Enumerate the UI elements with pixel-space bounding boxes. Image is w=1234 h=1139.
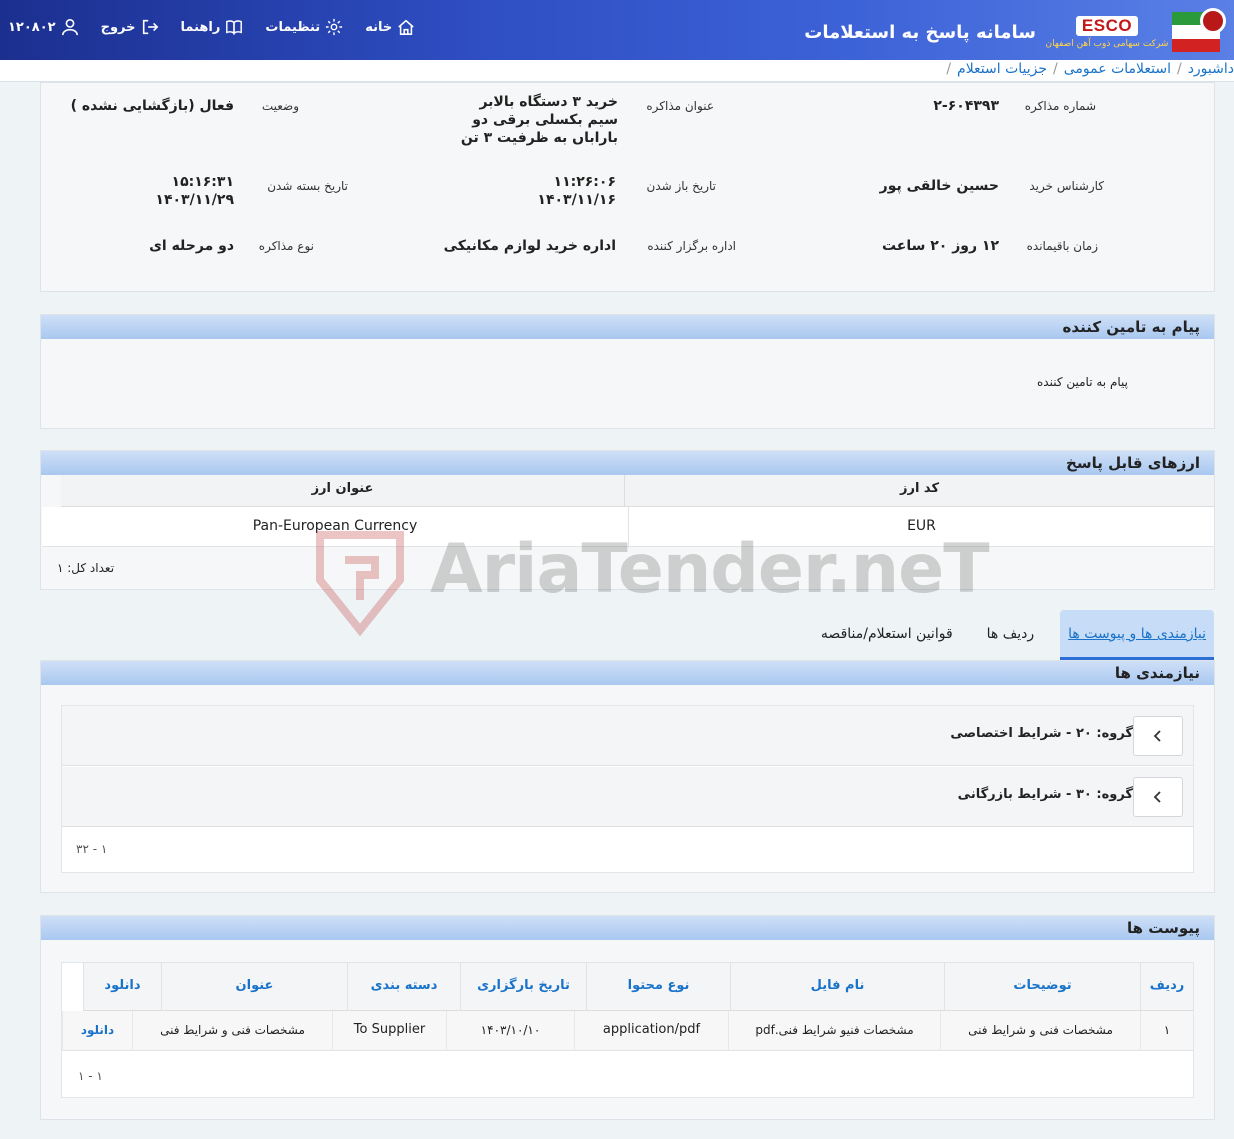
supplier-message-text: پیام به تامین کننده bbox=[1037, 375, 1128, 389]
col-currency-title: عنوان ارز bbox=[311, 481, 374, 496]
open-date-value: ۱۱:۲۶:۰۶ ۱۴۰۳/۱۱/۱۶ bbox=[506, 173, 616, 209]
top-nav: ۱۲۰۸۰۲ خروج راهنما تنظیمات خانه bbox=[8, 18, 415, 36]
col-content-type: نوع محتوا bbox=[586, 963, 730, 1010]
esco-logo-text: ESCO bbox=[1075, 15, 1139, 36]
buyer-value: حسین خالقی پور bbox=[879, 178, 999, 194]
open-date: ۱۴۰۳/۱۱/۱۶ bbox=[537, 192, 616, 208]
close-date: ۱۴۰۳/۱۱/۲۹ bbox=[155, 192, 234, 208]
guide-link[interactable]: راهنما bbox=[181, 18, 244, 36]
office-label: اداره برگزار کننده bbox=[647, 239, 736, 253]
tab-rules[interactable]: قوانین استعلام/مناقصه bbox=[813, 610, 961, 660]
settings-link[interactable]: تنظیمات bbox=[265, 18, 343, 36]
requirements-panel: نیازمندی ها گروه: ۲۰ - شرایط اختصاصی گرو… bbox=[40, 660, 1215, 893]
number-value: ۲-۶۰۴۳۹۳ bbox=[933, 98, 999, 114]
type-label: نوع مذاکره bbox=[258, 239, 314, 253]
esco-logo: ESCO شرکت سهامی ذوب آهن اصفهان bbox=[1046, 15, 1168, 49]
breadcrumb-separator: / bbox=[1176, 61, 1182, 77]
currency-title-cell: Pan-European Currency bbox=[252, 518, 418, 534]
iran-flag-logo-icon bbox=[1172, 8, 1226, 52]
table-row: ۱ مشخصات فنی و شرایط فنی مشخصات فنیو شرا… bbox=[62, 1011, 1193, 1051]
breadcrumb-dashboard[interactable]: داشبورد bbox=[1188, 61, 1234, 77]
list-item[interactable]: گروه: ۲۰ - شرایط اختصاصی bbox=[62, 706, 1193, 766]
close-date-label: تاریخ بسته شدن bbox=[267, 179, 348, 193]
col-title: عنوان bbox=[161, 963, 347, 1010]
file-name-cell: مشخصات فنیو شرایط فنی.pdf bbox=[728, 1011, 940, 1050]
detail-tabs: نیازمندی ها و پیوست ها ردیف ها قوانین اس… bbox=[813, 610, 1214, 660]
currencies-count: تعداد کل: ۱ bbox=[57, 561, 115, 575]
brand-area: ESCO شرکت سهامی ذوب آهن اصفهان سامانه پا… bbox=[804, 8, 1226, 54]
breadcrumb-public-inquiries[interactable]: استعلامات عمومی bbox=[1064, 61, 1171, 77]
chevron-left-icon bbox=[1153, 791, 1161, 803]
col-download: دانلود bbox=[83, 963, 161, 1010]
attachments-table: ردیف توضیحات نام فایل نوع محتوا تاریخ با… bbox=[61, 962, 1194, 1098]
currencies-table-header: کد ارز عنوان ارز bbox=[61, 475, 1214, 507]
logout-icon bbox=[142, 19, 158, 35]
logout-link[interactable]: خروج bbox=[101, 18, 159, 36]
tab-needs-attachments[interactable]: نیازمندی ها و پیوست ها bbox=[1060, 610, 1214, 660]
supplier-message-panel: پیام به تامین کننده پیام به تامین کننده bbox=[40, 314, 1215, 429]
expand-button[interactable] bbox=[1133, 716, 1183, 756]
col-currency-code: کد ارز bbox=[624, 475, 1214, 506]
buyer-label: کارشناس خرید bbox=[1029, 179, 1104, 193]
category-cell: To Supplier bbox=[332, 1011, 446, 1050]
attachments-table-header: ردیف توضیحات نام فایل نوع محتوا تاریخ با… bbox=[83, 963, 1193, 1011]
breadcrumb-inquiry-details[interactable]: جزییات استعلام bbox=[957, 61, 1047, 77]
col-upload-date: تاریخ بارگزاری bbox=[460, 963, 586, 1010]
status-label: وضعیت bbox=[261, 99, 299, 113]
home-link[interactable]: خانه bbox=[365, 18, 415, 36]
close-date-value: ۱۵:۱۶:۳۱ ۱۴۰۳/۱۱/۲۹ bbox=[124, 173, 234, 209]
supplier-message-head: پیام به تامین کننده bbox=[41, 315, 1214, 339]
requirements-head: نیازمندی ها bbox=[41, 661, 1214, 685]
requirements-list: گروه: ۲۰ - شرایط اختصاصی گروه: ۳۰ - شرای… bbox=[61, 705, 1194, 873]
currencies-panel: ارزهای قابل پاسخ کد ارز عنوان ارز EUR Pa… bbox=[40, 450, 1215, 590]
status-value: فعال (بازگشایی نشده ) bbox=[70, 98, 234, 114]
user-icon bbox=[61, 18, 78, 36]
currencies-head: ارزهای قابل پاسخ bbox=[41, 451, 1214, 475]
col-description: توضیحات bbox=[944, 963, 1140, 1010]
requirements-pager: ۱ - ۳۲ bbox=[76, 842, 108, 856]
office-value: اداره خرید لوازم مکانیکی bbox=[443, 238, 616, 254]
title-cell: مشخصات فنی و شرایط فنی bbox=[132, 1011, 332, 1050]
breadcrumb-bar: داشبورد / استعلامات عمومی / جزییات استعل… bbox=[0, 60, 1234, 82]
table-row: EUR Pan-European Currency bbox=[42, 507, 1214, 547]
group-title: گروه: ۳۰ - شرایط بازرگانی bbox=[957, 787, 1133, 802]
close-time: ۱۵:۱۶:۳۱ bbox=[171, 174, 234, 190]
app-title: سامانه پاسخ به استعلامات bbox=[804, 21, 1036, 43]
group-title: گروه: ۲۰ - شرایط اختصاصی bbox=[950, 726, 1133, 741]
number-label: شماره مذاکره bbox=[1024, 99, 1096, 113]
breadcrumb-separator: / bbox=[946, 61, 952, 77]
attachments-pager: ۱ - ۱ bbox=[78, 1069, 103, 1083]
open-time: ۱۱:۲۶:۰۶ bbox=[553, 174, 616, 190]
upload-date-cell: ۱۴۰۳/۱۰/۱۰ bbox=[446, 1011, 574, 1050]
col-row: ردیف bbox=[1140, 963, 1193, 1010]
open-date-label: تاریخ باز شدن bbox=[646, 179, 716, 193]
attachments-panel: پیوست ها ردیف توضیحات نام فایل نوع محتوا… bbox=[40, 915, 1215, 1120]
book-icon bbox=[226, 20, 243, 36]
type-value: دو مرحله ای bbox=[149, 238, 234, 254]
currency-code-cell: EUR bbox=[628, 507, 1214, 546]
home-icon bbox=[398, 19, 414, 35]
title-value: خرید ۳ دستگاه بالابر سیم بکسلی برقی دو ب… bbox=[460, 94, 618, 146]
esco-company-name: شرکت سهامی ذوب آهن اصفهان bbox=[1045, 38, 1169, 49]
tab-rows[interactable]: ردیف ها bbox=[979, 610, 1042, 660]
remaining-time-label: زمان باقیمانده bbox=[1026, 239, 1098, 253]
expand-button[interactable] bbox=[1133, 777, 1183, 817]
content-type-cell: application/pdf bbox=[574, 1011, 728, 1050]
col-category: دسته بندی bbox=[347, 963, 460, 1010]
col-file-name: نام فایل bbox=[730, 963, 944, 1010]
remaining-time-value: ۱۲ روز ۲۰ ساعت bbox=[881, 238, 999, 254]
chevron-left-icon bbox=[1153, 730, 1161, 742]
attachments-head: پیوست ها bbox=[41, 916, 1214, 940]
description-cell: مشخصات فنی و شرایط فنی bbox=[940, 1011, 1140, 1050]
download-link[interactable]: دانلود bbox=[62, 1011, 132, 1050]
top-header: ESCO شرکت سهامی ذوب آهن اصفهان سامانه پا… bbox=[0, 0, 1234, 60]
title-label: عنوان مذاکره bbox=[646, 99, 714, 113]
user-code[interactable]: ۱۲۰۸۰۲ bbox=[8, 18, 79, 36]
breadcrumb-separator: / bbox=[1053, 61, 1058, 77]
gear-icon bbox=[326, 18, 343, 36]
inquiry-details-panel: شماره مذاکره ۲-۶۰۴۳۹۳ عنوان مذاکره خرید … bbox=[40, 82, 1215, 292]
breadcrumb: داشبورد / استعلامات عمومی / جزییات استعل… bbox=[946, 61, 1234, 77]
row-number-cell: ۱ bbox=[1140, 1011, 1193, 1050]
list-item[interactable]: گروه: ۳۰ - شرایط بازرگانی bbox=[62, 767, 1193, 827]
